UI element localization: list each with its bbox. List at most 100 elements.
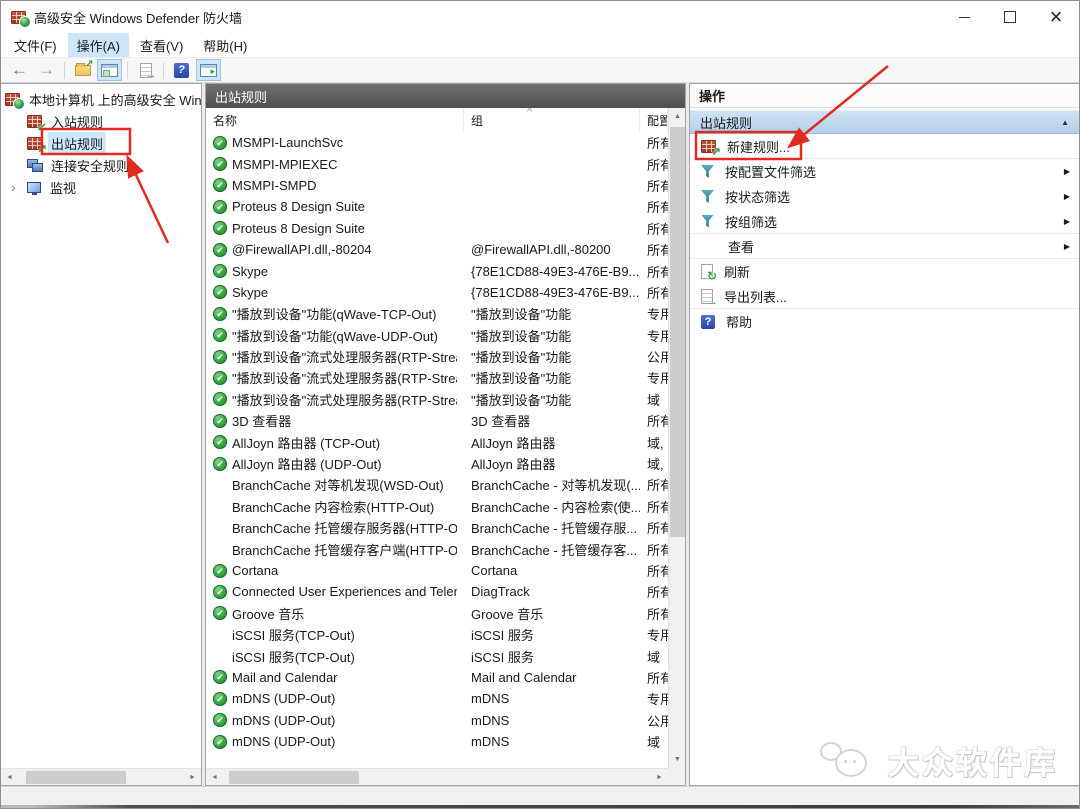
action-item-label: 刷新: [724, 262, 750, 281]
table-row[interactable]: Proteus 8 Design Suite 所有: [206, 196, 668, 217]
table-row[interactable]: 3D 查看器 3D 查看器 所有: [206, 410, 668, 431]
rule-profile: 所有: [640, 411, 668, 430]
toolbar-button[interactable]: [127, 62, 128, 79]
table-row[interactable]: BranchCache 对等机发现(WSD-Out) BranchCache -…: [206, 474, 668, 495]
rule-profile: 所有: [640, 561, 668, 580]
action-item[interactable]: 按组筛选: [690, 209, 1079, 234]
table-row[interactable]: "播放到设备"流式处理服务器(RTP-Strea... "播放到设备"功能 域: [206, 389, 668, 410]
action-item-icon: [701, 264, 713, 279]
table-row[interactable]: Cortana Cortana 所有: [206, 560, 668, 581]
toolbar-button[interactable]: [169, 59, 194, 81]
tree-horizontal-scrollbar[interactable]: ◄ ►: [1, 768, 201, 785]
table-row[interactable]: "播放到设备"功能(qWave-TCP-Out) "播放到设备"功能 专用: [206, 303, 668, 324]
scroll-left-icon[interactable]: ◄: [206, 769, 223, 786]
table-row[interactable]: BranchCache 内容检索(HTTP-Out) BranchCache -…: [206, 496, 668, 517]
table-row[interactable]: Proteus 8 Design Suite 所有: [206, 218, 668, 239]
action-item[interactable]: 刷新: [690, 259, 1079, 284]
menu-item[interactable]: 文件(F): [5, 33, 66, 58]
expand-chevron-icon[interactable]: [9, 180, 27, 194]
action-item-icon: [701, 289, 713, 304]
action-item[interactable]: 按配置文件筛选: [690, 159, 1079, 184]
scrollbar-thumb[interactable]: [26, 771, 126, 784]
table-row[interactable]: BranchCache 托管缓存服务器(HTTP-Out) BranchCach…: [206, 517, 668, 538]
table-row[interactable]: Groove 音乐 Groove 音乐 所有: [206, 603, 668, 624]
scrollbar-corner: [668, 768, 685, 785]
app-window: 高级安全 Windows Defender 防火墙 文件(F) 操作(A) 查看…: [0, 0, 1080, 809]
toolbar-button[interactable]: [163, 62, 164, 79]
column-header-profile[interactable]: 配置文件: [640, 108, 668, 132]
tree-item-icon: [27, 137, 42, 150]
tree-root-local-computer[interactable]: 本地计算机 上的高级安全 Wind: [1, 88, 201, 110]
toolbar-button[interactable]: [133, 59, 158, 81]
tree-item[interactable]: 出站规则: [1, 132, 201, 154]
rule-name: mDNS (UDP-Out): [232, 713, 335, 728]
actions-section-header[interactable]: 出站规则: [690, 110, 1079, 134]
rule-name: Connected User Experiences and Telem...: [232, 584, 457, 599]
menu-item[interactable]: 帮助(H): [194, 33, 256, 58]
rule-name: Cortana: [232, 563, 278, 578]
rule-name: iSCSI 服务(TCP-Out): [232, 625, 355, 644]
scroll-right-icon[interactable]: ►: [651, 769, 668, 786]
scroll-left-icon[interactable]: ◄: [1, 769, 18, 786]
table-row[interactable]: @FirewallAPI.dll,-80204 @FirewallAPI.dll…: [206, 239, 668, 260]
scrollbar-thumb[interactable]: [229, 771, 359, 784]
toolbar-button[interactable]: [196, 59, 221, 81]
table-row[interactable]: Mail and Calendar Mail and Calendar 所有: [206, 667, 668, 688]
scroll-right-icon[interactable]: ►: [184, 769, 201, 786]
table-row[interactable]: mDNS (UDP-Out) mDNS 公用: [206, 710, 668, 731]
table-row[interactable]: iSCSI 服务(TCP-Out) iSCSI 服务 域: [206, 645, 668, 666]
rules-list-pane: 出站规则 名称 组 配置文件 MSMPI-LaunchSvc 所有: [205, 83, 686, 786]
tree-item[interactable]: 连接安全规则: [1, 154, 201, 176]
table-row[interactable]: MSMPI-SMPD 所有: [206, 175, 668, 196]
table-row[interactable]: MSMPI-MPIEXEC 所有: [206, 153, 668, 174]
toolbar-button[interactable]: [97, 59, 122, 81]
table-row[interactable]: AllJoyn 路由器 (UDP-Out) AllJoyn 路由器 域, 专用: [206, 453, 668, 474]
table-row[interactable]: iSCSI 服务(TCP-Out) iSCSI 服务 专用: [206, 624, 668, 645]
table-row[interactable]: MSMPI-LaunchSvc 所有: [206, 132, 668, 153]
table-row[interactable]: "播放到设备"流式处理服务器(RTP-Strea... "播放到设备"功能 公用: [206, 346, 668, 367]
action-item[interactable]: 帮助: [690, 309, 1079, 334]
tree-item[interactable]: 监视: [1, 176, 201, 198]
scroll-up-icon[interactable]: ▲: [669, 108, 686, 125]
column-header-group[interactable]: 组: [464, 108, 640, 132]
rule-group: "播放到设备"功能: [464, 390, 640, 409]
toolbar-button[interactable]: [64, 62, 65, 79]
column-header-name[interactable]: 名称: [206, 108, 464, 132]
window-title: 高级安全 Windows Defender 防火墙: [34, 8, 242, 27]
action-item-label: 查看: [728, 237, 754, 256]
rule-name: mDNS (UDP-Out): [232, 734, 335, 749]
menu-bar: 文件(F) 操作(A) 查看(V) 帮助(H): [1, 33, 1079, 57]
menu-item[interactable]: 查看(V): [131, 33, 192, 58]
table-row[interactable]: BranchCache 托管缓存客户端(HTTP-Out) BranchCach…: [206, 538, 668, 559]
table-row[interactable]: "播放到设备"功能(qWave-UDP-Out) "播放到设备"功能 专用: [206, 325, 668, 346]
table-row[interactable]: AllJoyn 路由器 (TCP-Out) AllJoyn 路由器 域, 专用: [206, 431, 668, 452]
action-item[interactable]: 按状态筛选: [690, 184, 1079, 209]
rule-group: "播放到设备"功能: [464, 304, 640, 323]
maximize-button[interactable]: [987, 1, 1033, 33]
toolbar-button[interactable]: [34, 59, 59, 81]
tree-item[interactable]: 入站规则: [1, 110, 201, 132]
rule-enabled-check-icon: [213, 157, 227, 171]
table-row[interactable]: Skype {78E1CD88-49E3-476E-B9... 所有: [206, 282, 668, 303]
menu-item[interactable]: 操作(A): [68, 33, 129, 58]
table-row[interactable]: Skype {78E1CD88-49E3-476E-B9... 所有: [206, 260, 668, 281]
action-item[interactable]: 查看: [690, 234, 1079, 259]
minimize-button[interactable]: [941, 1, 987, 33]
rule-name: BranchCache 托管缓存服务器(HTTP-Out): [232, 518, 457, 537]
action-item[interactable]: 新建规则...: [690, 134, 1079, 159]
rule-profile: 所有: [640, 475, 668, 494]
rule-group: BranchCache - 托管缓存客...: [464, 540, 640, 559]
rule-enabled-check-icon: [213, 178, 227, 192]
toolbar-button[interactable]: [7, 59, 32, 81]
toolbar-button[interactable]: [70, 59, 95, 81]
scrollbar-thumb[interactable]: [670, 127, 685, 537]
close-button[interactable]: [1033, 1, 1079, 33]
rules-vertical-scrollbar[interactable]: ▲ ▼: [668, 108, 685, 768]
table-row[interactable]: mDNS (UDP-Out) mDNS 专用: [206, 688, 668, 709]
action-item[interactable]: 导出列表...: [690, 284, 1079, 309]
table-row[interactable]: Connected User Experiences and Telem... …: [206, 581, 668, 602]
table-row[interactable]: mDNS (UDP-Out) mDNS 域: [206, 731, 668, 752]
table-row[interactable]: "播放到设备"流式处理服务器(RTP-Strea... "播放到设备"功能 专用: [206, 367, 668, 388]
rules-horizontal-scrollbar[interactable]: ◄ ►: [206, 768, 668, 785]
scroll-down-icon[interactable]: ▼: [669, 751, 686, 768]
